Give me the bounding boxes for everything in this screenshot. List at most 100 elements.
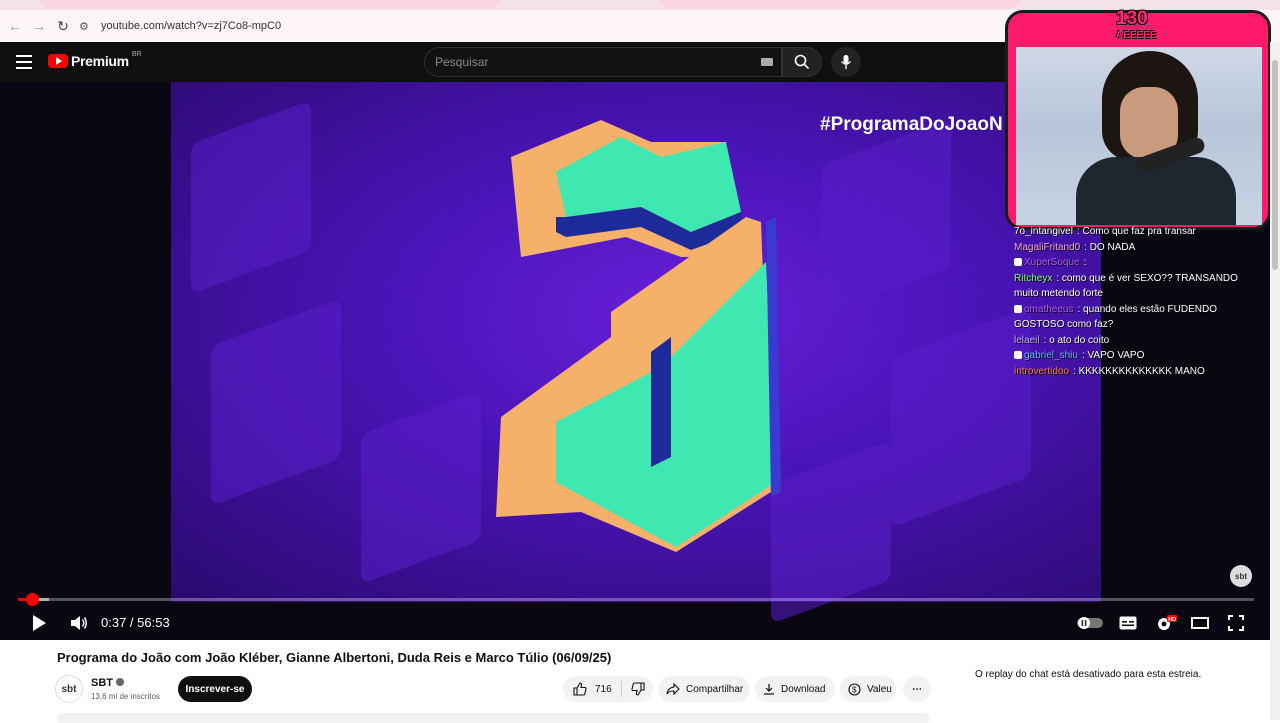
channel-avatar[interactable]: sbt	[55, 675, 83, 703]
share-button[interactable]: Compartilhar	[658, 676, 750, 702]
chat-message: XuperSoque:	[1014, 255, 1270, 271]
site-info-icon[interactable]: ⚙	[79, 20, 97, 33]
back-icon[interactable]: ←	[3, 14, 27, 38]
chat-username: XuperSoque	[1024, 257, 1080, 268]
thanks-button[interactable]: $ Valeu	[840, 676, 896, 702]
chat-text: : KKKKKKKKKKKKKK MANO	[1073, 365, 1205, 377]
search-button[interactable]	[782, 47, 822, 77]
chat-text: : Como que faz pra transar	[1076, 226, 1196, 237]
brand-name: Premium	[71, 53, 129, 69]
more-icon: ⋯	[912, 683, 922, 695]
more-actions-button[interactable]: ⋯	[903, 676, 931, 702]
description-box[interactable]	[57, 713, 930, 723]
search-placeholder: Pesquisar	[435, 55, 489, 69]
svg-text:$: $	[852, 685, 857, 694]
subtitles-icon	[1119, 616, 1137, 630]
search-icon	[794, 54, 810, 70]
thanks-label: Valeu	[867, 683, 892, 695]
verified-icon	[116, 678, 124, 686]
browser-tab[interactable]	[660, 0, 1020, 8]
chat-message: 7o_intangivel: Como que faz pra transar	[1014, 224, 1270, 240]
subscribe-button[interactable]: Inscrever-se	[178, 676, 252, 702]
voice-search-button[interactable]	[831, 47, 861, 77]
chat-overlay: 7o_intangivel: Como que faz pra transar M…	[1014, 224, 1270, 379]
region-code: BR	[131, 50, 142, 58]
chat-badge-icon	[1014, 304, 1022, 313]
fullscreen-icon	[1228, 615, 1244, 631]
url-field[interactable]: ⚙ youtube.com/watch?v=zj7Co8-mpC0	[79, 14, 979, 38]
thanks-icon: $	[848, 682, 861, 696]
scrollbar-thumb[interactable]	[1272, 60, 1278, 270]
fullscreen-button[interactable]	[1226, 610, 1246, 636]
theater-mode-icon	[1191, 617, 1209, 629]
channel-watermark[interactable]: sbt	[1230, 565, 1252, 587]
keyboard-icon[interactable]	[761, 58, 773, 66]
download-icon	[764, 684, 774, 695]
autoplay-toggle-icon	[1077, 617, 1103, 629]
url-text[interactable]: youtube.com/watch?v=zj7Co8-mpC0	[101, 20, 281, 32]
download-button[interactable]: Download	[755, 676, 835, 702]
tab-strip	[0, 0, 1280, 10]
page-scrollbar[interactable]	[1270, 42, 1280, 720]
chat-badge-icon	[1014, 351, 1022, 359]
webcam-frame	[1005, 10, 1271, 230]
menu-icon[interactable]	[16, 55, 32, 69]
share-label: Compartilhar	[686, 683, 744, 695]
browser-tab[interactable]	[40, 0, 500, 8]
forward-icon[interactable]: →	[27, 14, 51, 38]
chat-username: Ritcheyx	[1014, 272, 1053, 284]
theater-mode-button[interactable]	[1190, 610, 1210, 636]
chat-message: MagaliFritand0: DO NADA	[1014, 240, 1270, 256]
volume-icon	[71, 616, 87, 630]
dislike-button[interactable]	[622, 682, 653, 696]
svg-text:HD: HD	[1168, 617, 1176, 623]
video-hashtag: #ProgramaDoJoaoN	[820, 114, 1003, 135]
youtube-logo[interactable]: Premium BR	[48, 50, 142, 69]
progress-bar[interactable]	[18, 593, 1254, 606]
like-button[interactable]: 716	[563, 682, 621, 696]
webcam-feed	[1016, 47, 1262, 225]
subtitles-button[interactable]	[1118, 610, 1138, 636]
video-frame	[171, 82, 1101, 624]
chat-text: : DO NADA	[1084, 241, 1136, 253]
scrubber-handle[interactable]	[25, 593, 39, 606]
chat-text: : o ato do coito	[1043, 334, 1110, 346]
download-label: Download	[781, 683, 826, 695]
chat-text: : VAPO VAPO	[1081, 350, 1145, 361]
gear-icon: HD	[1158, 615, 1177, 630]
video-title: Programa do João com João Kléber, Gianne…	[57, 650, 612, 665]
player-controls: 0:37 / 56:53 HD	[0, 606, 1270, 640]
chat-message: Ritcheyx: como que é ver SEXO?? TRANSAND…	[1014, 271, 1244, 302]
play-button[interactable]	[28, 610, 50, 636]
volume-button[interactable]	[68, 610, 90, 636]
chat-message: gabriel_shiu: VAPO VAPO	[1014, 348, 1270, 364]
reload-icon[interactable]: ↻	[51, 14, 75, 38]
autoplay-toggle[interactable]	[1076, 610, 1104, 636]
like-dislike-group: 716	[563, 676, 653, 702]
share-icon	[666, 683, 680, 695]
overlay-counter: 130	[1116, 8, 1148, 29]
chat-badge-icon	[1014, 258, 1022, 266]
time-display: 0:37 / 56:53	[101, 615, 170, 630]
overlay-counter-label: AEEEEE	[1116, 30, 1157, 41]
chat-username: introvertidoo	[1014, 365, 1070, 377]
settings-button[interactable]: HD	[1154, 610, 1178, 636]
youtube-play-icon	[48, 54, 68, 68]
channel-name-text[interactable]: SBT	[91, 677, 113, 689]
chat-username: gabriel_shiu	[1024, 350, 1078, 361]
chat-username: omatheeus	[1024, 303, 1074, 315]
chat-username: lelaeil	[1014, 334, 1040, 346]
subscriber-count: 13,6 mi de inscritos	[91, 692, 160, 701]
sbt-logo-graphic	[496, 120, 781, 552]
microphone-icon	[840, 55, 852, 69]
chat-replay-notice: O replay do chat está desativado para es…	[975, 669, 1202, 680]
thumbs-up-icon	[573, 682, 587, 696]
chat-username: MagaliFritand0	[1014, 241, 1081, 253]
chat-message: omatheeus: quando eles estão FUDENDO GOS…	[1014, 302, 1244, 333]
channel-name[interactable]: SBT	[91, 677, 124, 689]
thumbs-down-icon	[630, 682, 645, 696]
chat-username: 7o_intangivel	[1014, 226, 1073, 237]
chat-message: lelaeil: o ato do coito	[1014, 333, 1270, 349]
like-count: 716	[595, 683, 612, 695]
search-input[interactable]: Pesquisar	[424, 47, 782, 77]
